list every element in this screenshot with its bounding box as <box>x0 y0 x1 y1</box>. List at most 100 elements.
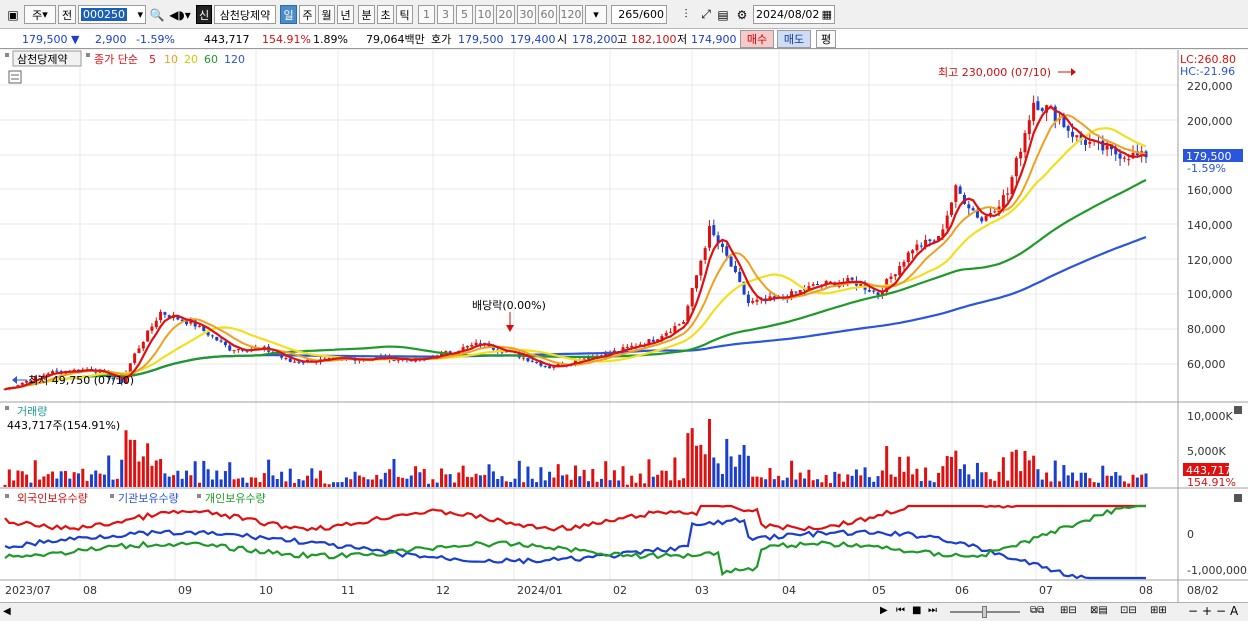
volume-bar <box>695 445 699 487</box>
interval-5[interactable]: 5 <box>456 5 473 24</box>
volume-bar <box>975 462 979 487</box>
price-chart[interactable]: 삼천당제약 종가 단순 5 10 20 60 120 LC:260.80 HC:… <box>0 50 1248 602</box>
volume-bar <box>68 478 72 487</box>
candle-body <box>906 252 910 263</box>
volume-bar <box>643 483 647 487</box>
candle-body <box>811 284 815 286</box>
volume-bar <box>504 481 508 487</box>
save-icon[interactable]: ▤ <box>714 5 732 24</box>
market-select[interactable]: 주 ▾ <box>24 5 56 24</box>
volume-bar <box>885 446 889 487</box>
search-icon[interactable]: 🔍 <box>148 5 166 24</box>
draw-tool-icon[interactable]: ⤢ <box>697 5 715 24</box>
volume-bar <box>902 471 906 487</box>
x-tick-label: 02 <box>613 584 627 597</box>
range-button[interactable]: 전 <box>58 5 76 24</box>
speaker-icon[interactable]: ◀◗▾ <box>168 5 192 24</box>
candle-body <box>699 260 703 276</box>
interval-20[interactable]: 20 <box>496 5 515 24</box>
volume-bar <box>154 460 158 487</box>
date-input[interactable]: 2024/08/02 ▦ <box>753 5 835 24</box>
horizontal-scrollbar[interactable]: ◀ ▶ ⏮ ■ ⏭ ⧉⧉ ⊞⊟ ⊠▤ ⊡⊟ ⊞⊞ − + − A <box>0 602 1248 621</box>
table-toggle-icon[interactable] <box>8 70 22 84</box>
close-panel-icon[interactable] <box>1234 406 1242 414</box>
volume-bar <box>262 473 266 487</box>
volume-bar <box>301 480 305 487</box>
scroll-right-icon[interactable]: ▶ <box>880 605 888 616</box>
candle-body <box>729 256 733 267</box>
volume-bar <box>470 477 474 487</box>
font-size-icon[interactable]: A <box>1230 604 1238 618</box>
volume-bar <box>794 479 798 487</box>
avg-button[interactable]: 평 <box>816 30 836 48</box>
grid-icon[interactable]: ⊞⊟ <box>1060 605 1077 616</box>
volume-bar <box>306 475 310 487</box>
interval-60[interactable]: 60 <box>538 5 557 24</box>
volume-bar <box>690 428 694 487</box>
forward-icon[interactable]: ⏭ <box>928 605 937 616</box>
volume-bar <box>733 466 737 487</box>
candle-body <box>141 341 145 349</box>
period-minute[interactable]: 분 <box>358 5 375 24</box>
down-arrow-icon: ▼ <box>71 32 80 46</box>
minus-icon[interactable]: − <box>1216 604 1226 618</box>
period-year[interactable]: 년 <box>337 5 354 24</box>
export-icon[interactable]: ⊡⊟ <box>1120 605 1137 616</box>
volume-bar <box>686 433 690 487</box>
low-value: 174,900 <box>691 32 737 46</box>
buy-button[interactable]: 매수 <box>740 30 774 48</box>
layout-icon[interactable]: ⧉⧉ <box>1030 605 1044 616</box>
period-day[interactable]: 일 <box>280 5 297 24</box>
interval-3[interactable]: 3 <box>437 5 454 24</box>
x-tick-label: 07 <box>1039 584 1053 597</box>
period-second[interactable]: 초 <box>377 5 394 24</box>
candle-body <box>876 292 880 296</box>
volume-bar <box>725 439 729 487</box>
volume-bar <box>867 477 871 487</box>
chevron-down-icon: ▾ <box>137 8 143 21</box>
zoom-in-icon[interactable]: + <box>1202 604 1212 618</box>
sell-button[interactable]: 매도 <box>777 30 811 48</box>
more-icon[interactable]: ⊞⊞ <box>1150 605 1167 616</box>
calendar-icon[interactable]: ▦ <box>822 8 832 21</box>
scroll-left-icon[interactable]: ◀ <box>3 606 11 617</box>
period-month[interactable]: 월 <box>318 5 335 24</box>
tools-icon[interactable]: ⊠▤ <box>1090 605 1108 616</box>
volume-bar <box>1101 465 1105 487</box>
volume-bar <box>595 481 599 487</box>
count-input[interactable]: 265/600 <box>611 5 667 24</box>
volume-bar <box>370 479 374 487</box>
volume-bar <box>29 482 33 487</box>
chart-area[interactable]: 삼천당제약 종가 단순 5 10 20 60 120 LC:260.80 HC:… <box>0 50 1248 602</box>
gear-icon[interactable]: ⚙ <box>733 5 751 24</box>
candle-body <box>733 266 737 273</box>
volume-bar <box>859 475 863 487</box>
interval-10[interactable]: 10 <box>475 5 494 24</box>
interval-30[interactable]: 30 <box>517 5 536 24</box>
close-panel-icon[interactable] <box>1234 494 1242 502</box>
volume-bar <box>569 479 573 487</box>
candle-body <box>215 336 219 341</box>
candle-body <box>530 360 534 362</box>
stock-code-input[interactable]: 000250 ▾ <box>78 5 146 24</box>
volume-bar <box>586 481 590 487</box>
zoom-out-icon[interactable]: − <box>1188 604 1198 618</box>
volume-bar <box>980 472 984 487</box>
candle-body <box>297 361 301 363</box>
institution-holding-label: 기관보유수량 <box>118 492 179 505</box>
market-label: 주 <box>32 8 43 22</box>
zoom-slider-handle[interactable] <box>982 606 987 618</box>
interval-120[interactable]: 120 <box>559 5 583 24</box>
rewind-icon[interactable]: ⏮ <box>896 605 905 616</box>
period-week[interactable]: 주 <box>299 5 316 24</box>
candle-body <box>872 290 876 292</box>
volume-bar <box>388 469 392 487</box>
stop-icon[interactable]: ■ <box>912 605 921 616</box>
candle-body <box>223 341 227 346</box>
candle-type-icon[interactable]: ⫶ <box>676 5 696 24</box>
period-tick[interactable]: 틱 <box>396 5 413 24</box>
volume-bar <box>353 471 357 487</box>
custom-interval-select[interactable]: ▾ <box>585 5 607 24</box>
interval-1[interactable]: 1 <box>418 5 435 24</box>
window-icon[interactable]: ▣ <box>4 5 22 24</box>
